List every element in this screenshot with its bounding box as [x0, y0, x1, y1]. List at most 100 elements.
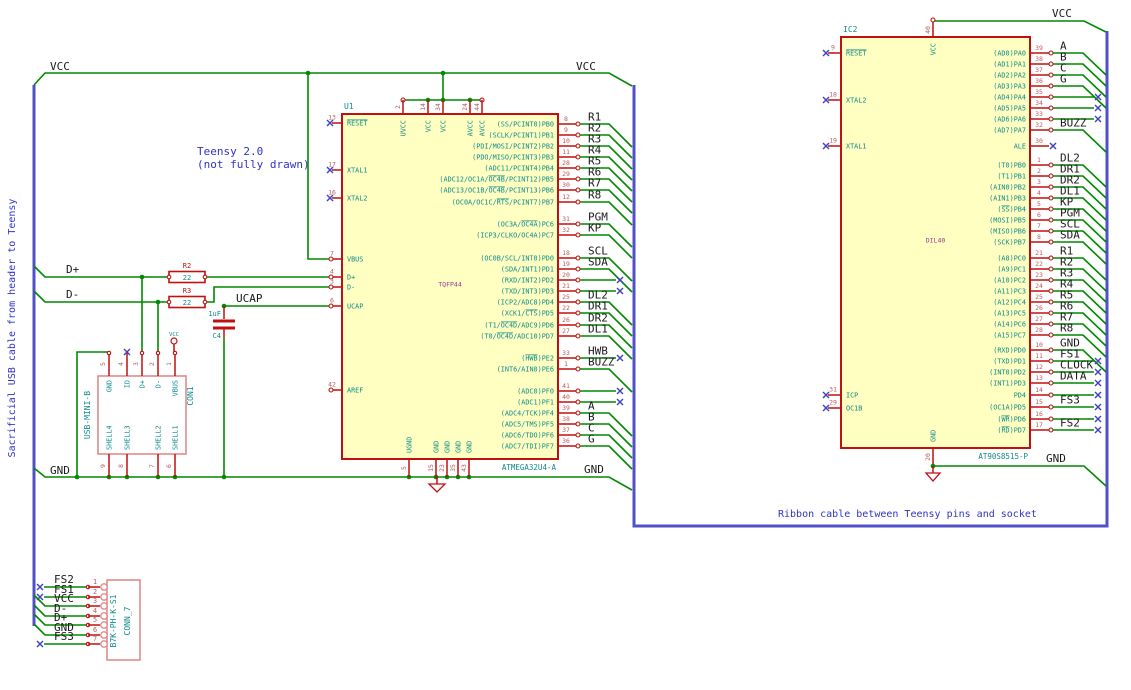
pin-number: 2: [93, 588, 97, 596]
pin-number: 43: [460, 464, 468, 472]
pin-name: (AD4)PA4: [993, 94, 1026, 102]
wire[interactable]: [33, 72, 633, 87]
pin-number: 6: [93, 626, 97, 634]
net-label-vcc-ic2: VCC: [1052, 7, 1072, 20]
wire[interactable]: [933, 465, 1107, 487]
pin-name: (A11)PC3: [993, 288, 1026, 296]
pin-end-circle: [202, 274, 208, 280]
pin-number: 39: [1035, 44, 1043, 52]
pin-number: 10: [1035, 341, 1043, 349]
pin-name: (OC0B/SCL/INT0)PD0: [480, 255, 554, 263]
pin-number: 23: [438, 464, 446, 472]
ic-u1[interactable]: U1ATMEGA32U4-ATQFP44RESET13XTAL117XTAL21…: [326, 100, 633, 477]
pin-name: (A13)PC5: [993, 310, 1026, 318]
connector-con1[interactable]: 5 GND 4 ID 3 D+ 2 D- 1 VBUS VCC 9 SHELL4 8 SHELL3 7 SHEL…: [83, 332, 195, 477]
pin-number: 9: [831, 44, 835, 52]
pin-name: (A14)PC6: [993, 321, 1026, 329]
pin-number: 6: [165, 464, 173, 468]
pin-number: 7: [148, 464, 156, 468]
schematic-sheet[interactable]: VCC VCC D+ D- UCAP GND GND VCC GND Teens…: [0, 0, 1131, 690]
pin-number: 28: [1035, 326, 1043, 334]
pin-end-circle: [166, 274, 172, 280]
pin-end-circle: [1048, 427, 1054, 433]
wire[interactable]: [1053, 129, 1107, 153]
vcc-symbol: [170, 337, 178, 345]
wire[interactable]: [33, 265, 169, 278]
pin-name: RESET: [846, 50, 866, 58]
ic-ic2[interactable]: IC2AT90S8515-PDIL40RESET9XTAL218XTAL119I…: [822, 21, 1107, 466]
pin-end-circle: [575, 132, 581, 138]
pin-number: 36: [1035, 77, 1043, 85]
pin-name: (TXD)PD1: [993, 358, 1026, 366]
connector-reference: CON1: [186, 386, 195, 405]
ic-reference: IC2: [843, 25, 858, 34]
pin-end-circle: [1048, 277, 1054, 283]
pin-number: 18: [562, 249, 570, 257]
pin-name: (SCLK/PCINT1)PB1: [489, 132, 554, 140]
pin-name: (ADC13/OC1B/OC4B/PCINT13)PB6: [439, 187, 554, 195]
pin-name: (A10)PC2: [993, 277, 1026, 285]
pin-number: 15: [1035, 398, 1043, 406]
pin-name: (AD1)PA1: [993, 61, 1026, 69]
resistor-r2[interactable]: R2 22: [166, 262, 208, 284]
pin-name: AVCC: [467, 120, 475, 136]
junction-dot: [305, 70, 311, 76]
capacitor-c4[interactable]: 1uF C4: [208, 303, 330, 477]
pin-socket-circle: [100, 640, 108, 648]
pin-number: 23: [1035, 271, 1043, 279]
resistor-r3[interactable]: R3 22: [166, 287, 208, 309]
pin-end-circle: [106, 350, 112, 356]
pin-socket-circle: [100, 631, 108, 639]
pin-number: 25: [1035, 293, 1043, 301]
pin-number: 8: [117, 464, 125, 468]
pin-name: GND: [930, 430, 938, 442]
pin-end-circle: [575, 432, 581, 438]
pin-number: 40: [924, 26, 932, 34]
net-label: FS2: [1060, 417, 1080, 430]
pin-end-circle: [1048, 239, 1054, 245]
wire[interactable]: [307, 73, 330, 260]
pin-number: 1: [564, 360, 568, 368]
net-label-vcc-right: VCC: [576, 60, 596, 73]
pin-number: 4: [93, 607, 97, 615]
pin-name: (ADC6/TDO)PF6: [501, 432, 554, 440]
pin-end-circle: [1048, 184, 1054, 190]
pin-name: (OC1A)PD5: [989, 404, 1026, 412]
pin-end-circle: [1048, 416, 1054, 422]
pin-name: (MISO)PB6: [989, 228, 1026, 236]
net-label-dminus: D-: [66, 288, 79, 301]
net-label: DATA: [1060, 370, 1087, 383]
pin-name: (RXD/INT2)PD2: [501, 277, 554, 285]
pin-number: 32: [562, 226, 570, 234]
pin-number: 17: [1035, 421, 1043, 429]
pin-number: 34: [434, 103, 442, 111]
pin-number: 44: [473, 103, 481, 111]
pin-end-circle: [155, 350, 161, 356]
wire[interactable]: [205, 286, 330, 303]
pin-number: 11: [1035, 352, 1043, 360]
schematic-canvas[interactable]: VCC VCC D+ D- UCAP GND GND VCC GND Teens…: [0, 0, 1131, 690]
net-label: R8: [588, 189, 601, 202]
pin-end-circle: [1048, 380, 1054, 386]
wire[interactable]: [935, 20, 1107, 33]
wire[interactable]: [580, 368, 633, 393]
pin-end-circle: [930, 17, 936, 23]
pin-end-circle: [575, 187, 581, 193]
pin-name: SHELL4: [106, 425, 114, 450]
pin-number: 9: [564, 126, 568, 134]
pin-end-circle: [575, 199, 581, 205]
pin-end-circle: [1048, 299, 1054, 305]
gnd-symbol: [924, 472, 942, 482]
pin-name: (RD)PD7: [997, 427, 1026, 435]
connector-conn7[interactable]: FS2 1FS1 2VCC 3D- 4D+ 5GND 6FS3 7 B7K-PH-K-S1 CON…: [33, 573, 141, 661]
pin-end-circle: [1048, 321, 1054, 327]
pin-end-circle: [575, 288, 581, 294]
pin-number: 41: [562, 382, 570, 390]
pin-end-circle: [1048, 127, 1054, 133]
pin-end-circle: [1048, 94, 1054, 100]
net-label-gnd-ic2: GND: [1046, 452, 1066, 465]
wire[interactable]: [33, 290, 169, 303]
annotation-teensy-line2: (not fully drawn): [197, 158, 310, 171]
pin-number: 38: [1035, 55, 1043, 63]
pin-number: 20: [924, 453, 932, 461]
